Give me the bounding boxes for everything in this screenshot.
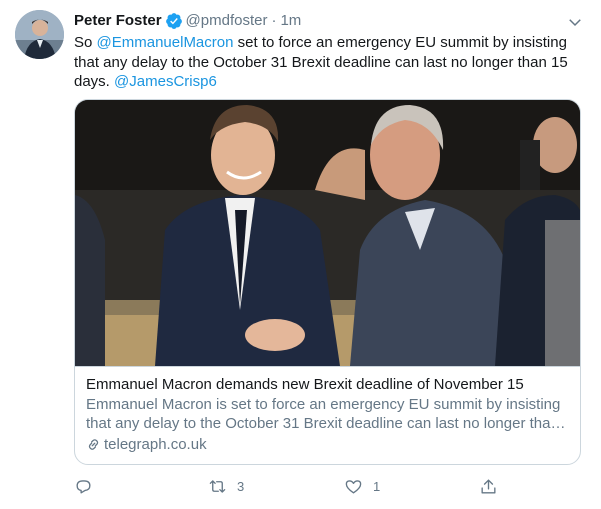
chevron-down-icon[interactable] xyxy=(566,13,584,31)
card-domain-text: telegraph.co.uk xyxy=(104,435,207,453)
separator-dot: · xyxy=(271,12,277,29)
verified-badge-icon xyxy=(165,13,182,29)
card-domain: telegraph.co.uk xyxy=(86,435,571,455)
mention-jamescrisp6[interactable]: @JamesCrisp6 xyxy=(114,73,217,90)
reply-icon xyxy=(76,479,91,494)
card-image xyxy=(75,100,580,366)
retweet-icon xyxy=(209,479,226,493)
tweet: Peter Foster @pmdfoster · 1m So @Emmanue… xyxy=(0,0,601,509)
tweet-header: Peter Foster @pmdfoster · 1m xyxy=(74,11,301,31)
like-icon xyxy=(345,479,362,494)
retweet-count: 3 xyxy=(237,478,245,494)
author-handle[interactable]: @pmdfoster xyxy=(186,11,268,31)
avatar[interactable] xyxy=(15,10,64,59)
tweet-timestamp[interactable]: 1m xyxy=(280,11,301,31)
share-button[interactable] xyxy=(479,476,498,496)
mention-emmanuelmacron[interactable]: @EmmanuelMacron xyxy=(97,34,234,51)
card-description: Emmanuel Macron is set to force an emerg… xyxy=(86,395,561,433)
tweet-text: So @EmmanuelMacron set to force an emerg… xyxy=(74,33,579,92)
card-title: Emmanuel Macron demands new Brexit deadl… xyxy=(86,376,524,393)
link-icon xyxy=(88,438,99,450)
like-button[interactable]: 1 xyxy=(344,476,380,496)
like-count: 1 xyxy=(373,478,381,494)
author-name[interactable]: Peter Foster xyxy=(74,11,162,31)
retweet-button[interactable]: 3 xyxy=(208,476,244,496)
share-icon xyxy=(481,478,496,494)
link-preview-card[interactable]: Emmanuel Macron demands new Brexit deadl… xyxy=(74,99,581,465)
reply-button[interactable] xyxy=(74,476,103,496)
tweet-actions: 3 1 xyxy=(74,476,504,496)
card-body: Emmanuel Macron demands new Brexit deadl… xyxy=(75,366,580,464)
tweet-text-prefix: So xyxy=(74,34,97,51)
